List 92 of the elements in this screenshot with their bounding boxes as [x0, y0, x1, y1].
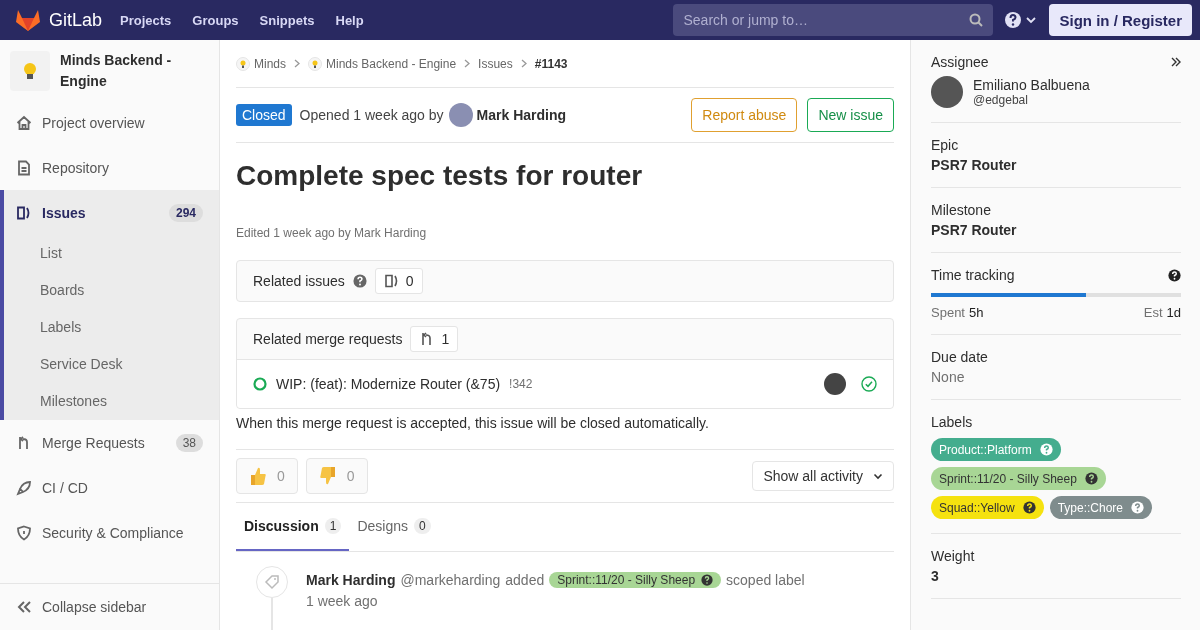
sidebar-item[interactable]: Issues 294 — [4, 190, 219, 235]
closing-note: When this merge request is accepted, this issue will be closed automatically. — [236, 415, 894, 450]
collapse-sidebar-link[interactable]: Collapse sidebar — [16, 599, 147, 615]
breadcrumb-link[interactable]: Minds — [236, 56, 286, 71]
field-heading: Epic — [931, 137, 960, 153]
search-icon — [969, 13, 984, 27]
fox-logo-icon[interactable] — [15, 8, 41, 32]
status-badge: Closed — [236, 104, 292, 126]
estimate-label: Est — [1143, 305, 1163, 320]
help-icon[interactable] — [701, 574, 714, 586]
thumbs-up-icon — [249, 466, 267, 486]
count-badge: 1 — [410, 326, 459, 352]
project-name[interactable]: Minds Backend - Engine — [60, 50, 209, 92]
caret-down-icon — [873, 472, 883, 480]
epic-link[interactable]: PSR7 Router — [931, 157, 1181, 173]
chevron-right-icon — [294, 59, 300, 68]
issue-title: Complete spec tests for router — [236, 159, 644, 193]
count-badge: 294 — [168, 203, 203, 222]
help-icon[interactable] — [1084, 472, 1098, 485]
lightbulb-avatar-icon — [308, 56, 322, 71]
count-badge: 38 — [175, 433, 203, 452]
label-tag[interactable]: Squad::Yellow — [931, 496, 1044, 519]
spent-value: 5h — [969, 305, 984, 320]
new-issue-button[interactable]: New issue — [807, 98, 894, 132]
timestamp: 1 week ago — [306, 593, 379, 609]
lightbulb-icon — [23, 62, 37, 80]
check-circle-icon — [861, 376, 877, 392]
action-text: scoped label — [726, 572, 805, 588]
sidebar-item[interactable]: Repository — [0, 145, 219, 190]
edited-text: Edited 1 week ago by Mark Harding — [236, 226, 428, 240]
breadcrumb-link[interactable]: Issues — [478, 56, 513, 71]
thumbs-down-icon — [318, 466, 337, 486]
field-heading: Due date — [931, 349, 989, 365]
weight-value: 3 — [931, 568, 940, 584]
open-status-icon — [253, 377, 267, 391]
author-link[interactable]: Mark Harding — [476, 107, 567, 123]
shield-icon — [16, 524, 32, 541]
estimate-value: 1d — [1166, 305, 1181, 320]
due-date-value: None — [931, 369, 966, 385]
sidebar-subitem[interactable]: Boards — [4, 272, 219, 309]
sidebar-item[interactable]: CI / CD — [0, 465, 219, 510]
lightbulb-avatar-icon — [236, 56, 250, 71]
field-heading: Assignee — [931, 54, 989, 70]
user-avatar[interactable] — [931, 76, 963, 108]
breadcrumb-link[interactable]: #1143 — [534, 56, 568, 71]
spent-label: Spent — [931, 305, 965, 320]
tab[interactable]: Discussion 1 — [236, 503, 350, 551]
help-icon[interactable] — [1022, 501, 1036, 514]
field-heading: Labels — [931, 414, 974, 430]
nav-link[interactable]: Groups — [192, 12, 239, 28]
document-icon — [16, 159, 32, 176]
sidebar-item[interactable]: Project overview — [0, 100, 219, 145]
card-heading: Related issues — [253, 273, 345, 289]
opened-text: Opened 1 week ago by — [299, 107, 444, 123]
nav-link[interactable]: Snippets — [259, 12, 315, 28]
field-heading: Time tracking — [931, 267, 1015, 283]
user-avatar[interactable] — [824, 373, 846, 395]
label-tag[interactable]: Sprint::11/20 - Silly Sheep — [549, 572, 722, 588]
home-icon — [16, 114, 32, 131]
author-link[interactable]: Mark Harding — [306, 572, 396, 588]
logo-text[interactable]: GitLab — [49, 9, 103, 31]
merge-request-reference: !342 — [509, 377, 533, 391]
sidebar-subitem[interactable]: Milestones — [4, 383, 219, 420]
nav-link[interactable]: Projects — [120, 12, 172, 28]
field-heading: Weight — [931, 548, 976, 564]
sidebar-subitem[interactable]: List — [4, 235, 219, 272]
chevron-right-icon — [520, 59, 527, 68]
field-heading: Milestone — [931, 202, 992, 218]
nav-link[interactable]: Help — [335, 12, 364, 28]
sidebar-item[interactable]: Security & Compliance — [0, 510, 219, 555]
chevron-right-icon — [464, 59, 471, 68]
double-chevron-right-icon[interactable] — [1171, 57, 1181, 67]
milestone-link[interactable]: PSR7 Router — [931, 222, 1181, 238]
issues-icon — [16, 204, 32, 221]
user-handle: @markeharding — [400, 572, 501, 588]
sidebar-subitem[interactable]: Labels — [4, 309, 219, 346]
merge-request-link[interactable]: WIP: (feat): Modernize Router (&75) — [276, 376, 501, 392]
assignee-name[interactable]: Emiliano Balbuena — [973, 77, 1090, 93]
activity-filter-dropdown[interactable]: Show all activity — [752, 461, 894, 491]
card-heading: Related merge requests — [253, 331, 403, 347]
sidebar-subitem[interactable]: Service Desk — [4, 346, 219, 383]
label-tag[interactable]: Sprint::11/20 - Silly Sheep — [931, 467, 1106, 490]
sidebar-item[interactable]: Merge Requests 38 — [0, 420, 219, 465]
sign-in-button[interactable]: Sign in / Register — [1049, 4, 1192, 36]
help-icon[interactable] — [1168, 268, 1181, 282]
user-handle: @edgebal — [973, 93, 1029, 107]
count-badge: 0 — [374, 268, 423, 294]
search-field[interactable]: Search or jump to… — [673, 4, 994, 36]
action-text: added — [505, 572, 545, 588]
tab[interactable]: Designs 0 — [349, 503, 439, 551]
double-chevron-left-icon — [16, 600, 32, 614]
breadcrumb-link[interactable]: Minds Backend - Engine — [308, 56, 457, 71]
